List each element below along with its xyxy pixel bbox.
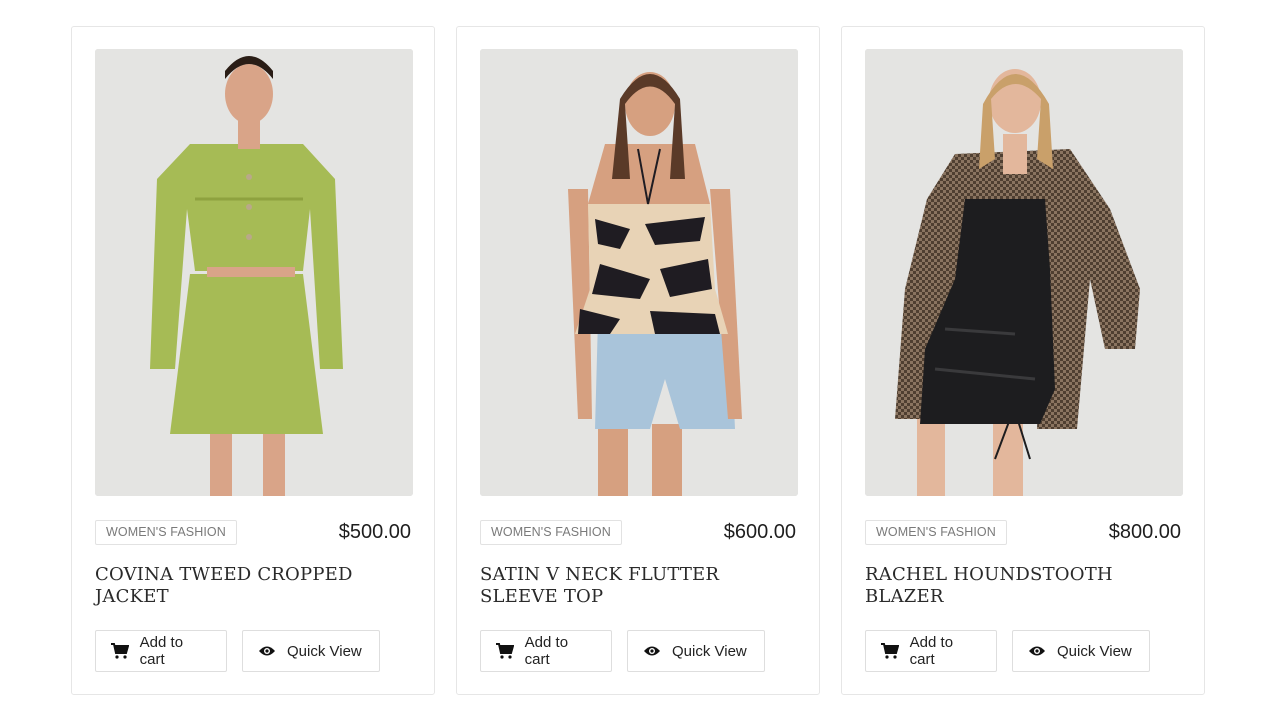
cart-icon [111, 642, 131, 660]
product-card: WOMEN'S FASHION $800.00 RACHEL HOUNDSTOO… [841, 26, 1205, 695]
product-title[interactable]: RACHEL HOUNDSTOOTH BLAZER [865, 564, 1175, 608]
add-to-cart-button[interactable]: Add to cart [865, 630, 997, 672]
add-to-cart-label: Add to cart [909, 634, 954, 668]
eye-icon [643, 642, 663, 660]
price: $500.00 [338, 520, 411, 543]
quick-view-label: Quick View [672, 642, 747, 660]
product-title[interactable]: SATIN V NECK FLUTTER SLEEVE TOP [480, 564, 790, 608]
card-actions: Add to cart Quick View [480, 630, 796, 672]
meta-row: WOMEN'S FASHION $800.00 [865, 519, 1181, 545]
card-actions: Add to cart Quick View [95, 630, 411, 672]
add-to-cart-label: Add to cart [139, 634, 184, 668]
quick-view-label: Quick View [287, 642, 362, 660]
quick-view-label: Quick View [1057, 642, 1132, 660]
product-image[interactable] [480, 49, 798, 496]
cart-icon [881, 642, 901, 660]
product-image[interactable] [95, 49, 413, 496]
quick-view-button[interactable]: Quick View [1012, 630, 1150, 672]
product-grid: WOMEN'S FASHION $500.00 COVINA TWEED CRO… [71, 26, 1205, 695]
quick-view-button[interactable]: Quick View [242, 630, 380, 672]
price: $800.00 [1108, 520, 1181, 543]
add-to-cart-button[interactable]: Add to cart [95, 630, 227, 672]
product-title[interactable]: COVINA TWEED CROPPED JACKET [95, 564, 405, 608]
eye-icon [1028, 642, 1048, 660]
add-to-cart-button[interactable]: Add to cart [480, 630, 612, 672]
card-actions: Add to cart Quick View [865, 630, 1181, 672]
product-image[interactable] [865, 49, 1183, 496]
meta-row: WOMEN'S FASHION $600.00 [480, 519, 796, 545]
quick-view-button[interactable]: Quick View [627, 630, 765, 672]
category-badge[interactable]: WOMEN'S FASHION [865, 519, 1007, 545]
product-card: WOMEN'S FASHION $500.00 COVINA TWEED CRO… [71, 26, 435, 695]
category-badge[interactable]: WOMEN'S FASHION [95, 519, 237, 545]
meta-row: WOMEN'S FASHION $500.00 [95, 519, 411, 545]
eye-icon [258, 642, 278, 660]
price: $600.00 [723, 520, 796, 543]
product-card: WOMEN'S FASHION $600.00 SATIN V NECK FLU… [456, 26, 820, 695]
category-badge[interactable]: WOMEN'S FASHION [480, 519, 622, 545]
add-to-cart-label: Add to cart [524, 634, 569, 668]
cart-icon [496, 642, 516, 660]
